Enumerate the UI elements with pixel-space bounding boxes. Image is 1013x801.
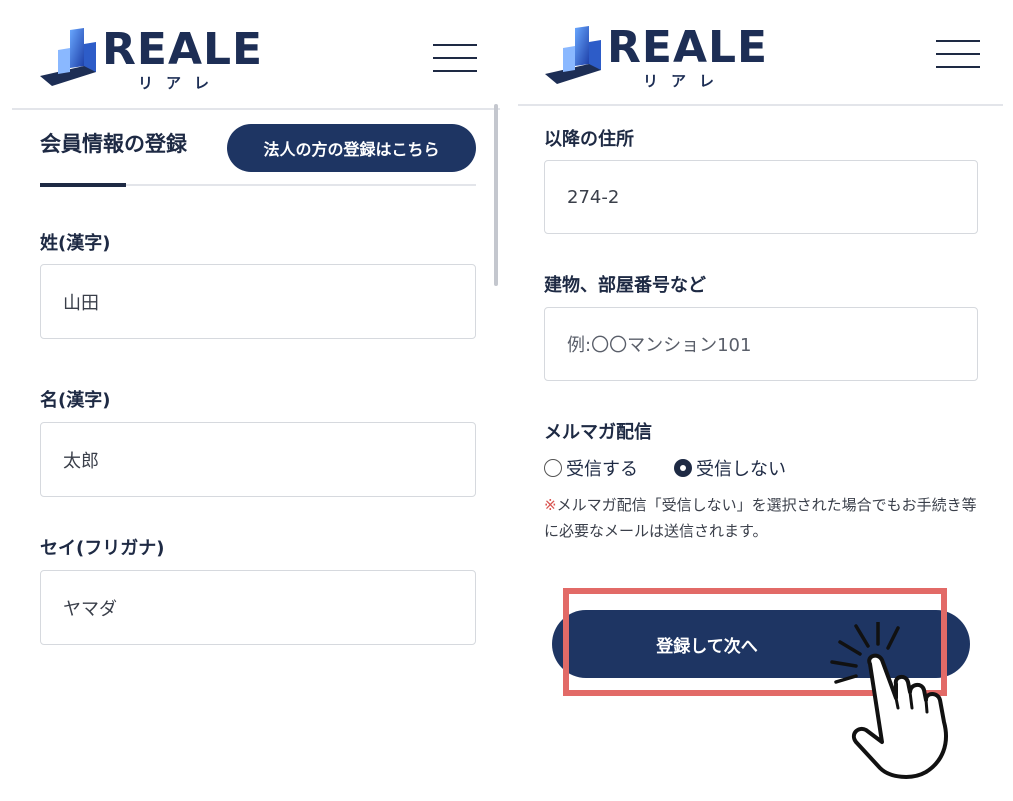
hamburger-menu-icon[interactable] — [433, 44, 477, 74]
brand-name: REALE — [102, 24, 264, 75]
first-name-label: 名(漢字) — [40, 390, 111, 411]
first-name-input[interactable]: 太郎 — [40, 422, 476, 497]
last-name-input[interactable]: 山田 — [40, 264, 476, 339]
newsletter-option-receive-label: 受信する — [566, 459, 638, 480]
newsletter-option-decline[interactable]: 受信しない — [674, 455, 786, 481]
newsletter-note: ※メルマガ配信「受信しない」を選択された場合でもお手続き等に必要なメールは送信さ… — [544, 492, 984, 544]
left-screen: REALE リアレ 会員情報の登録 法人の方の登録はこちら 姓(漢字) 山田 名… — [0, 0, 500, 801]
tab-underline-active — [40, 183, 126, 187]
header-divider — [518, 104, 1003, 106]
address-rest-input[interactable]: 274-2 — [544, 160, 978, 234]
right-screen: REALE リアレ — [512, 0, 1013, 801]
newsletter-label: メルマガ配信 — [544, 422, 652, 443]
radio-icon[interactable] — [674, 459, 692, 477]
section-title: 会員情報の登録 — [40, 132, 187, 156]
note-mark: ※ — [544, 496, 557, 514]
last-name-kana-label: セイ(フリガナ) — [40, 538, 165, 559]
corporate-registration-button[interactable]: 法人の方の登録はこちら — [227, 124, 476, 172]
newsletter-option-receive[interactable]: 受信する — [544, 455, 638, 481]
last-name-kana-input[interactable]: ヤマダ — [40, 570, 476, 645]
newsletter-option-decline-label: 受信しない — [696, 459, 786, 480]
hamburger-menu-icon[interactable] — [936, 40, 980, 70]
logo-mark-icon — [545, 26, 601, 84]
brand-logo[interactable]: REALE リアレ — [543, 20, 767, 92]
brand-kana: リアレ — [138, 74, 223, 92]
last-name-label: 姓(漢字) — [40, 233, 111, 254]
address-rest-label: 以降の住所 — [544, 129, 634, 150]
brand-logo[interactable]: REALE リアレ — [38, 22, 262, 94]
note-text: メルマガ配信「受信しない」を選択された場合でもお手続き等に必要なメールは送信され… — [544, 496, 977, 540]
radio-icon[interactable] — [544, 459, 562, 477]
brand-name: REALE — [607, 22, 769, 73]
register-next-button[interactable]: 登録して次へ — [552, 610, 970, 678]
brand-kana: リアレ — [643, 72, 728, 90]
newsletter-options: 受信する 受信しない — [544, 454, 786, 482]
site-header: REALE リアレ — [0, 0, 500, 108]
building-input[interactable]: 例:〇〇マンション101 — [544, 307, 978, 381]
scrollbar[interactable] — [494, 104, 498, 286]
logo-mark-icon — [40, 28, 96, 86]
site-header: REALE リアレ — [512, 0, 1013, 108]
building-label: 建物、部屋番号など — [544, 275, 706, 296]
header-divider — [12, 108, 500, 110]
